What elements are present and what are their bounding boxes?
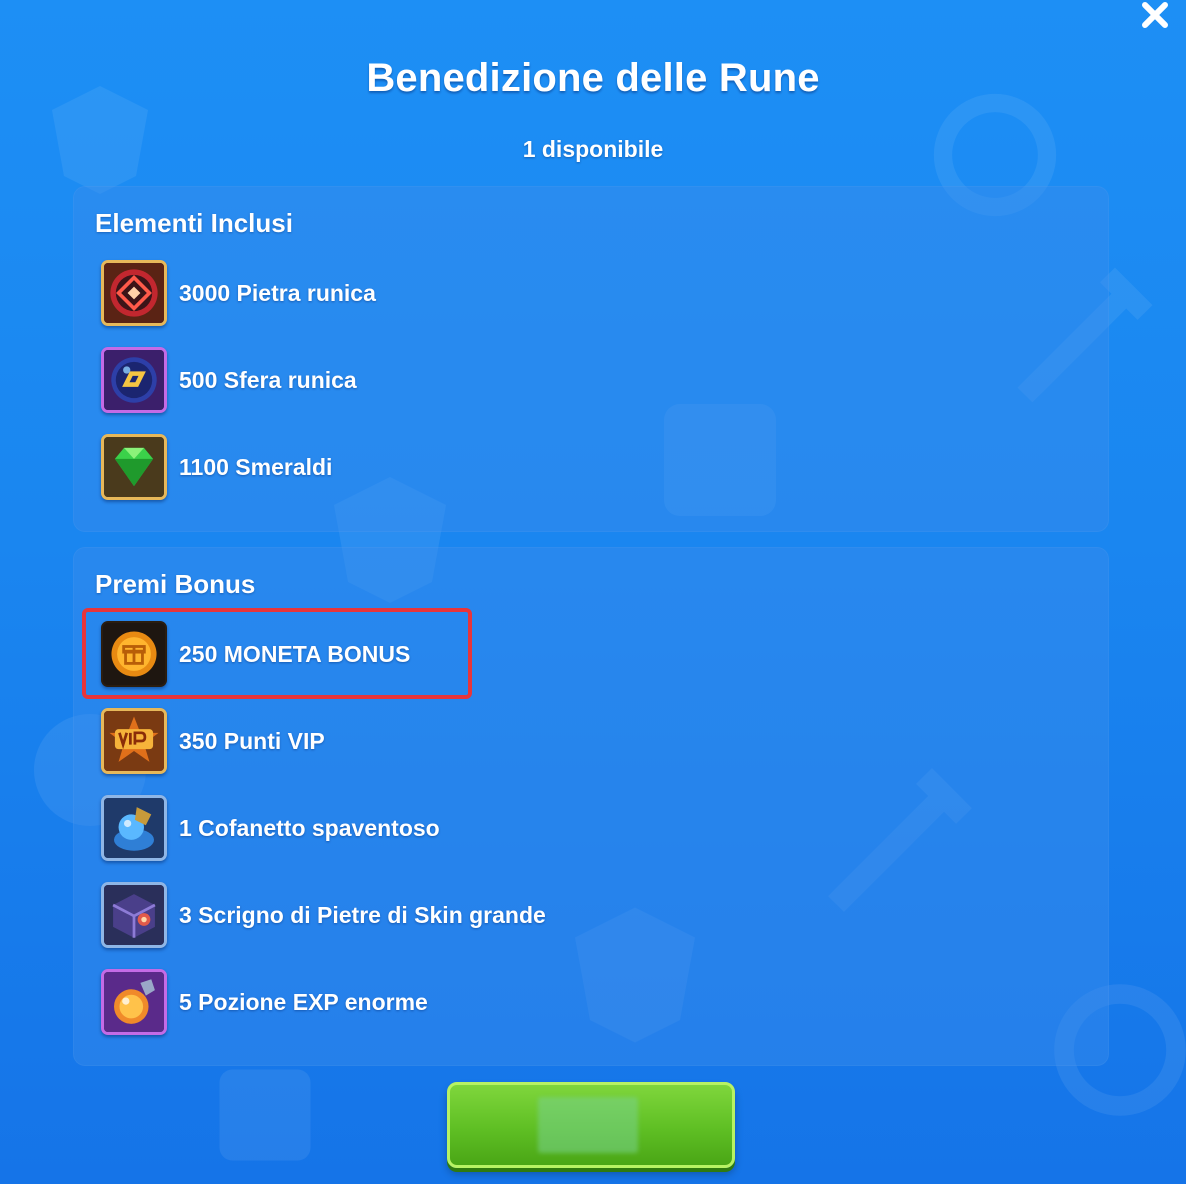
- bonus-item-label: 1 Cofanetto spaventoso: [179, 814, 440, 841]
- included-item-label: 1100 Smeraldi: [179, 453, 333, 480]
- close-icon: [1142, 2, 1168, 28]
- vip-points-icon: [101, 708, 167, 774]
- bonus-item-skin-stone-chest: 3 Scrigno di Pietre di Skin grande: [101, 879, 546, 951]
- included-item-rune-sphere: 500 Sfera runica: [101, 344, 357, 416]
- bonus-rewards-title: Premi Bonus: [95, 569, 256, 599]
- included-item-label: 500 Sfera runica: [179, 366, 357, 393]
- bonus-item-vip: 350 Punti VIP: [101, 705, 325, 777]
- included-item-label: 3000 Pietra runica: [179, 279, 376, 306]
- bonus-item-spooky-casket: 1 Cofanetto spaventoso: [101, 792, 440, 864]
- bonus-item-label: 5 Pozione EXP enorme: [179, 988, 428, 1015]
- highlight-frame: [82, 608, 472, 699]
- included-item-rune-stone: 3000 Pietra runica: [101, 257, 376, 329]
- included-items-title: Elementi Inclusi: [95, 208, 293, 238]
- included-item-emerald: 1100 Smeraldi: [101, 431, 332, 503]
- confirm-button[interactable]: [447, 1082, 735, 1168]
- rune-stone-icon: [101, 260, 167, 326]
- rune-sphere-icon: [101, 347, 167, 413]
- included-items-panel: Elementi Inclusi 3000 Pietra runica 500 …: [73, 186, 1109, 532]
- close-button[interactable]: [1138, 0, 1172, 34]
- exp-potion-icon: [101, 969, 167, 1035]
- availability-count: 1 disponibile: [522, 136, 664, 162]
- bonus-item-label: 350 Punti VIP: [179, 727, 325, 754]
- bonus-item-exp-potion: 5 Pozione EXP enorme: [101, 966, 428, 1038]
- skin-stone-chest-icon: [101, 882, 167, 948]
- spooky-casket-icon: [101, 795, 167, 861]
- obscured-button-label: [538, 1097, 638, 1153]
- page-title: Benedizione delle Rune: [366, 56, 820, 100]
- bonus-item-label: 3 Scrigno di Pietre di Skin grande: [179, 901, 546, 928]
- emerald-icon: [101, 434, 167, 500]
